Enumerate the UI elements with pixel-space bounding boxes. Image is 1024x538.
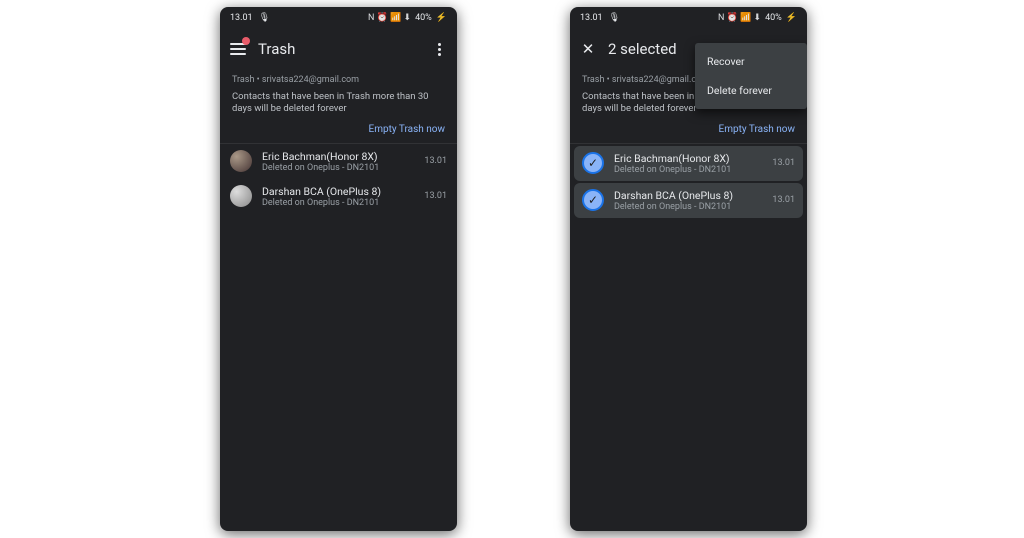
app-bar: Trash — [220, 29, 457, 69]
hamburger-badge-icon — [242, 37, 250, 45]
empty-trash-button[interactable]: Empty Trash now — [582, 124, 795, 135]
avatar — [230, 150, 252, 172]
contact-time: 13.01 — [424, 191, 447, 201]
contact-time: 13.01 — [772, 195, 795, 205]
menu-item-delete-forever[interactable]: Delete forever — [695, 76, 807, 105]
status-bar: 13.01 🎙 N ⏰ 📶 ⬇ 40% ⚡ — [570, 7, 807, 29]
contact-subtitle: Deleted on Oneplus - DN2101 — [262, 163, 414, 173]
contact-subtitle: Deleted on Oneplus - DN2101 — [262, 198, 414, 208]
contact-name: Darshan BCA (OnePlus 8) — [614, 189, 762, 202]
phone-screen-selection: 13.01 🎙 N ⏰ 📶 ⬇ 40% ⚡ ✕ 2 selected Recov… — [570, 7, 807, 531]
phone-screen-trash: 13.01 🎙 N ⏰ 📶 ⬇ 40% ⚡ Trash Trash • sriv… — [220, 7, 457, 531]
contact-row[interactable]: Eric Bachman(Honor 8X) Deleted on Oneplu… — [220, 144, 457, 179]
mic-icon: 🎙 — [609, 13, 620, 23]
avatar — [230, 185, 252, 207]
status-indicators: N ⏰ 📶 ⬇ — [368, 13, 411, 23]
contact-time: 13.01 — [424, 156, 447, 166]
contact-row-selected[interactable]: ✓ Eric Bachman(Honor 8X) Deleted on Onep… — [574, 146, 803, 181]
contact-list: Eric Bachman(Honor 8X) Deleted on Oneplu… — [220, 144, 457, 531]
contact-name: Darshan BCA (OnePlus 8) — [262, 185, 414, 198]
hamburger-icon[interactable] — [228, 39, 248, 59]
contact-subtitle: Deleted on Oneplus - DN2101 — [614, 165, 762, 175]
close-icon[interactable]: ✕ — [578, 39, 598, 59]
contact-time: 13.01 — [772, 158, 795, 168]
selected-check-icon: ✓ — [582, 152, 604, 174]
charging-icon: ⚡ — [436, 13, 447, 23]
overflow-menu: Recover Delete forever — [695, 43, 807, 109]
info-text: Contacts that have been in Trash more th… — [232, 91, 445, 116]
empty-trash-button[interactable]: Empty Trash now — [232, 124, 445, 135]
breadcrumb: Trash • srivatsa224@gmail.com — [232, 75, 445, 85]
selected-check-icon: ✓ — [582, 189, 604, 211]
mic-icon: 🎙 — [259, 13, 270, 23]
status-battery: 40% — [415, 13, 432, 23]
more-icon[interactable] — [429, 39, 449, 59]
charging-icon: ⚡ — [786, 13, 797, 23]
contact-name: Eric Bachman(Honor 8X) — [262, 150, 414, 163]
status-time: 13.01 — [230, 13, 253, 23]
contact-subtitle: Deleted on Oneplus - DN2101 — [614, 202, 762, 212]
status-bar: 13.01 🎙 N ⏰ 📶 ⬇ 40% ⚡ — [220, 7, 457, 29]
status-battery: 40% — [765, 13, 782, 23]
contact-row[interactable]: Darshan BCA (OnePlus 8) Deleted on Onepl… — [220, 179, 457, 214]
contact-list: ✓ Eric Bachman(Honor 8X) Deleted on Onep… — [570, 144, 807, 531]
menu-item-recover[interactable]: Recover — [695, 47, 807, 76]
status-time: 13.01 — [580, 13, 603, 23]
info-block: Trash • srivatsa224@gmail.com Contacts t… — [220, 69, 457, 144]
contact-row-selected[interactable]: ✓ Darshan BCA (OnePlus 8) Deleted on One… — [574, 183, 803, 218]
page-title: Trash — [258, 40, 419, 58]
status-indicators: N ⏰ 📶 ⬇ — [718, 13, 761, 23]
contact-name: Eric Bachman(Honor 8X) — [614, 152, 762, 165]
